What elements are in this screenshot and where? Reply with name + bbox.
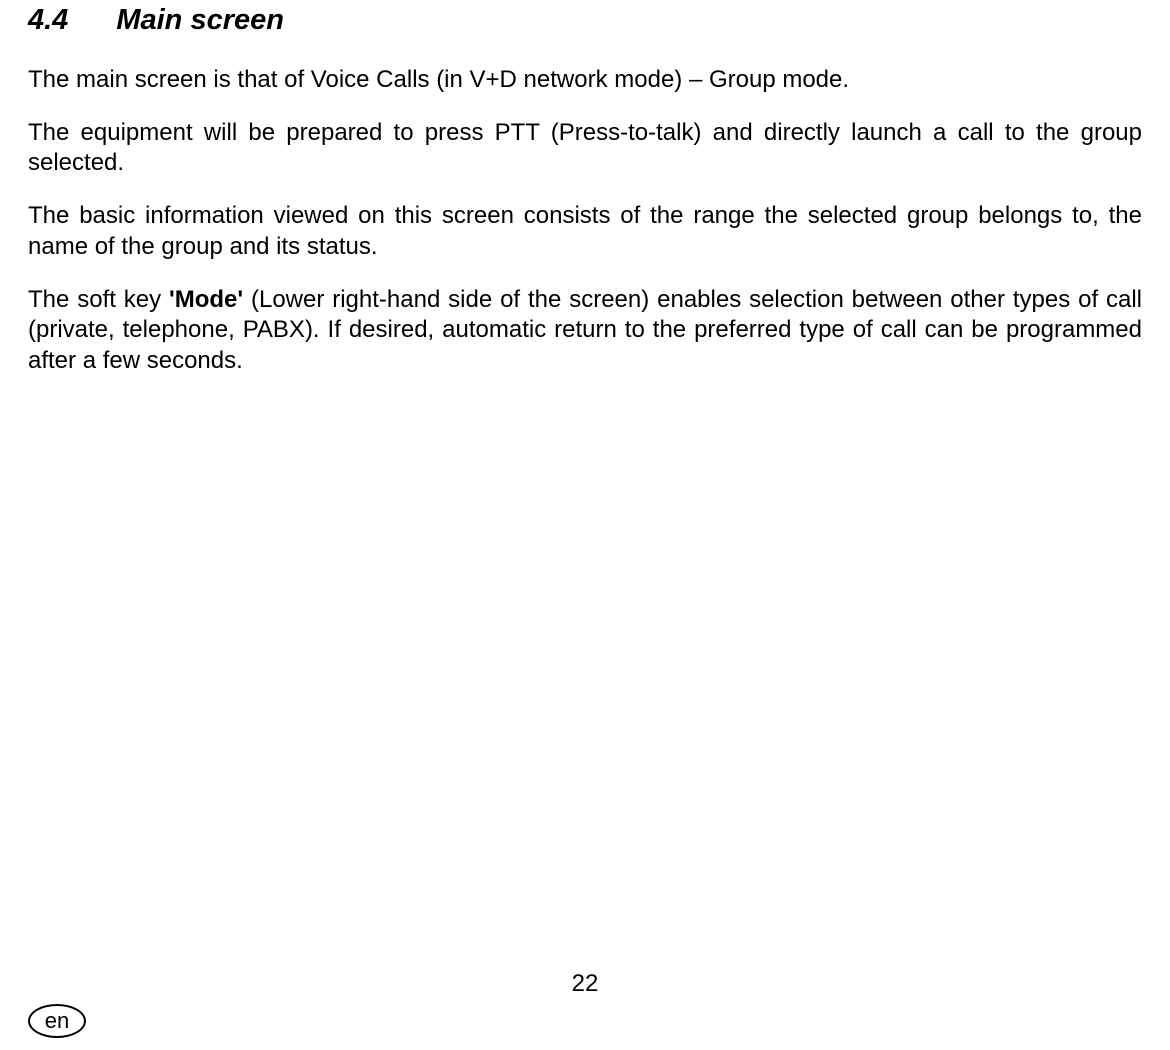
page-number: 22 xyxy=(0,970,1170,998)
section-number: 4.4 xyxy=(28,4,68,37)
paragraph-2: The equipment will be prepared to press … xyxy=(28,118,1142,179)
paragraph-4: The soft key 'Mode' (Lower right-hand si… xyxy=(28,285,1142,377)
language-badge: en xyxy=(28,1004,86,1038)
section-title: Main screen xyxy=(116,4,284,36)
mode-keyword: 'Mode' xyxy=(169,286,243,313)
paragraph-1: The main screen is that of Voice Calls (… xyxy=(28,65,1142,96)
section-heading: 4.4 Main screen xyxy=(28,4,1142,37)
paragraph-3: The basic information viewed on this scr… xyxy=(28,201,1142,262)
paragraph-4-text-a: The soft key xyxy=(28,286,169,313)
